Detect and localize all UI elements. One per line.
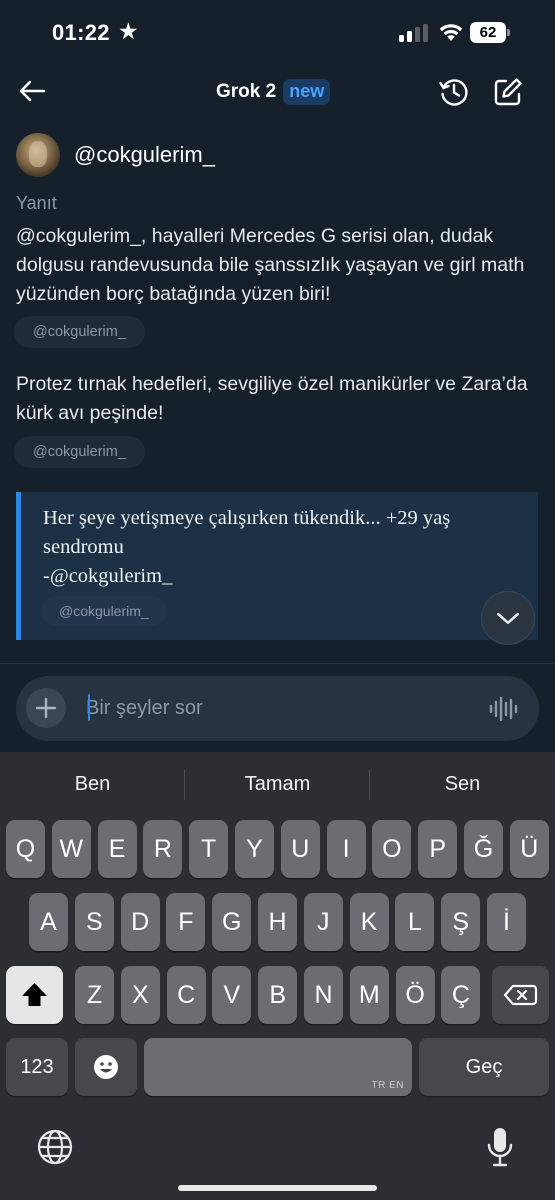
backspace-key[interactable] bbox=[492, 966, 549, 1024]
key-r[interactable]: R bbox=[143, 820, 183, 878]
key-b[interactable]: B bbox=[258, 966, 298, 1024]
space-key[interactable]: TR EN bbox=[144, 1038, 412, 1096]
shift-key[interactable] bbox=[6, 966, 63, 1024]
compose-icon[interactable] bbox=[491, 75, 525, 109]
key-h[interactable]: H bbox=[258, 893, 297, 951]
key-p[interactable]: P bbox=[418, 820, 458, 878]
user-row: @cokgulerim_ bbox=[16, 132, 215, 178]
ask-input[interactable] bbox=[86, 690, 476, 726]
key-a[interactable]: A bbox=[29, 893, 68, 951]
suggestion-bar: Ben Tamam Sen bbox=[0, 752, 555, 816]
mention-chip[interactable]: @cokgulerim_ bbox=[14, 316, 145, 348]
voice-waveform-icon[interactable] bbox=[488, 694, 518, 724]
key-ş[interactable]: Ş bbox=[441, 893, 481, 951]
history-icon[interactable] bbox=[437, 75, 471, 109]
key-ü[interactable]: Ü bbox=[509, 820, 549, 878]
key-j[interactable]: J bbox=[303, 893, 343, 951]
shift-arrow-icon bbox=[22, 983, 47, 1006]
key-m[interactable]: M bbox=[349, 966, 389, 1024]
response-paragraph-2: Protez tırnak hedefleri, sevgiliye özel … bbox=[16, 373, 528, 424]
suggestion-item[interactable]: Tamam bbox=[185, 752, 370, 816]
header-title-group: Grok 2 new bbox=[216, 77, 331, 107]
key-t[interactable]: T bbox=[189, 820, 229, 878]
suggestion-item[interactable]: Ben bbox=[0, 752, 185, 816]
battery-level: 62 bbox=[479, 24, 497, 41]
plus-icon[interactable] bbox=[26, 688, 66, 728]
quote-attribution: -@cokgulerim_ bbox=[43, 565, 173, 587]
key-q[interactable]: Q bbox=[6, 820, 45, 878]
divider bbox=[0, 663, 555, 664]
key-g[interactable]: G bbox=[212, 893, 252, 951]
key-n[interactable]: N bbox=[304, 966, 343, 1024]
status-bar: 01:22 ★ 62 bbox=[0, 0, 555, 66]
key-w[interactable]: W bbox=[51, 820, 91, 878]
key-y[interactable]: Y bbox=[235, 820, 274, 878]
response-paragraph-1: @cokgulerim_, hayalleri Mercedes G seris… bbox=[16, 225, 525, 305]
new-badge: new bbox=[283, 79, 331, 105]
scroll-down-button[interactable] bbox=[481, 591, 535, 645]
key-d[interactable]: D bbox=[120, 893, 160, 951]
key-v[interactable]: V bbox=[212, 966, 252, 1024]
key-c[interactable]: C bbox=[166, 966, 206, 1024]
microphone-icon[interactable] bbox=[486, 1126, 514, 1168]
home-indicator bbox=[178, 1185, 377, 1191]
return-key[interactable]: Geç bbox=[419, 1038, 549, 1096]
key-o[interactable]: O bbox=[372, 820, 412, 878]
key-ğ[interactable]: Ğ bbox=[464, 820, 503, 878]
key-l[interactable]: L bbox=[395, 893, 435, 951]
star-icon: ★ bbox=[118, 18, 139, 44]
key-x[interactable]: X bbox=[120, 966, 160, 1024]
key-s[interactable]: S bbox=[74, 893, 114, 951]
key-i[interactable]: I bbox=[326, 820, 366, 878]
mention-chip[interactable]: @cokgulerim_ bbox=[14, 436, 145, 468]
key-ç[interactable]: Ç bbox=[441, 966, 481, 1024]
reply-label: Yanıt bbox=[16, 193, 57, 213]
key-k[interactable]: K bbox=[349, 893, 389, 951]
key-e[interactable]: E bbox=[97, 820, 137, 878]
cellular-signal-icon bbox=[399, 24, 429, 42]
composer-bar bbox=[16, 676, 539, 741]
mention-chip[interactable]: @cokgulerim_ bbox=[41, 596, 167, 626]
emoji-icon bbox=[94, 1055, 118, 1079]
quote-line: Her şeye yetişmeye çalışırken tükendik..… bbox=[43, 507, 451, 558]
wifi-icon bbox=[439, 24, 463, 41]
key-ö[interactable]: Ö bbox=[395, 966, 435, 1024]
numbers-key[interactable]: 123 bbox=[6, 1038, 68, 1096]
globe-icon[interactable] bbox=[36, 1128, 74, 1166]
avatar[interactable] bbox=[16, 133, 60, 177]
quote-text: Her şeye yetişmeye çalışırken tükendik..… bbox=[43, 504, 523, 591]
quote-block: Her şeye yetişmeye çalışırken tükendik..… bbox=[16, 492, 538, 640]
backspace-icon bbox=[503, 984, 538, 1006]
key-f[interactable]: F bbox=[166, 893, 206, 951]
emoji-key[interactable] bbox=[75, 1038, 137, 1096]
key-u[interactable]: U bbox=[280, 820, 320, 878]
chevron-down-icon bbox=[497, 612, 519, 625]
suggestion-item[interactable]: Sen bbox=[370, 752, 555, 816]
key-i̇[interactable]: İ bbox=[487, 893, 526, 951]
battery-icon: 62 bbox=[470, 22, 510, 43]
key-z[interactable]: Z bbox=[75, 966, 114, 1024]
username: @cokgulerim_ bbox=[74, 142, 215, 167]
space-language-label: TR EN bbox=[371, 1080, 404, 1091]
page-title: Grok 2 bbox=[216, 81, 277, 102]
text-cursor bbox=[88, 694, 90, 721]
chat-header: Grok 2 new bbox=[0, 66, 555, 116]
status-time: 01:22 bbox=[52, 20, 110, 45]
back-arrow-icon[interactable] bbox=[14, 74, 50, 108]
